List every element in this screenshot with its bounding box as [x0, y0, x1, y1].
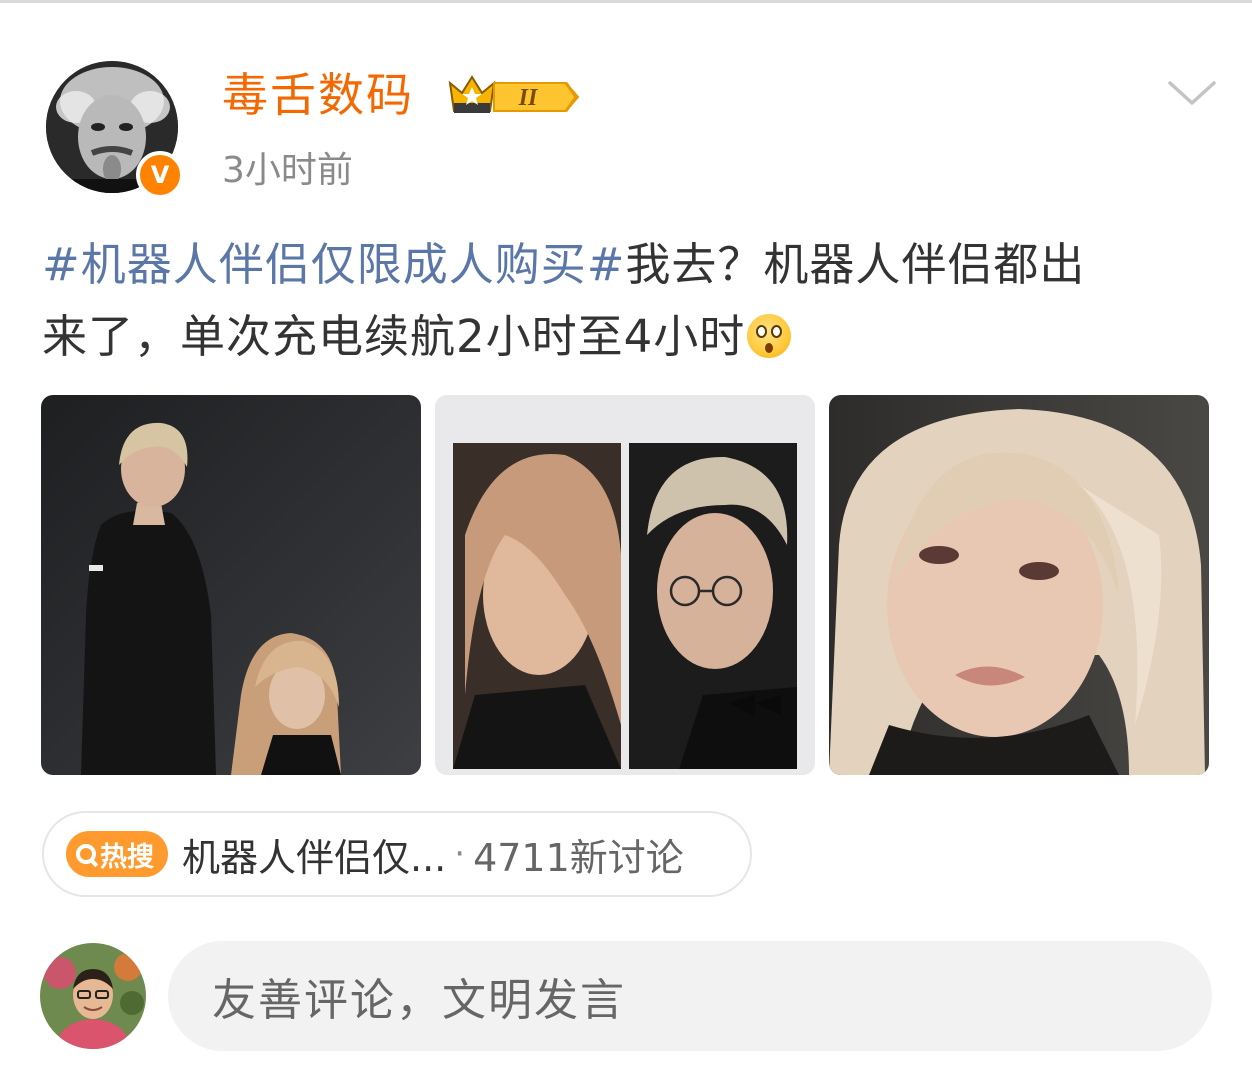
post-image-2[interactable] — [435, 395, 815, 775]
weibo-post-card: V 毒舌数码 II 3小时前 #机器人伴侣仅限成人购买#我去？机器人伴侣都出 来… — [0, 0, 1252, 1080]
hot-search-separator: · — [454, 834, 466, 874]
hot-search-link[interactable]: 热搜 机器人伴侣仅... · 4711新讨论 — [42, 811, 752, 897]
post-body: #机器人伴侣仅限成人购买#我去？机器人伴侣都出 来了，单次充电续航2小时至4小时 — [42, 229, 1222, 373]
comment-input[interactable]: 友善评论，文明发言 — [168, 941, 1212, 1051]
post-image-1[interactable] — [41, 395, 421, 775]
member-level: II — [518, 85, 539, 111]
member-crown-icon[interactable]: II — [444, 69, 582, 121]
post-text-line1: 我去？机器人伴侣都出 — [625, 238, 1086, 291]
hot-search-count: 4711新讨论 — [473, 835, 684, 880]
search-icon — [76, 844, 96, 864]
verified-badge-icon: V — [136, 151, 184, 199]
post-text-line2: 来了，单次充电续航2小时至4小时 — [42, 310, 746, 363]
hot-search-title: 机器人伴侣仅... — [182, 835, 447, 880]
author-name[interactable]: 毒舌数码 — [222, 65, 414, 125]
hot-search-badge: 热搜 — [66, 831, 168, 877]
chevron-down-icon[interactable] — [1166, 77, 1218, 109]
flushed-face-emoji-icon — [747, 314, 792, 358]
hot-search-badge-label: 热搜 — [100, 841, 154, 873]
post-image-3[interactable] — [829, 395, 1209, 775]
comment-input-placeholder: 友善评论，文明发言 — [212, 975, 626, 1026]
current-user-avatar[interactable] — [40, 943, 146, 1049]
hashtag-link[interactable]: #机器人伴侣仅限成人购买# — [42, 238, 625, 291]
post-time: 3小时前 — [222, 150, 353, 191]
